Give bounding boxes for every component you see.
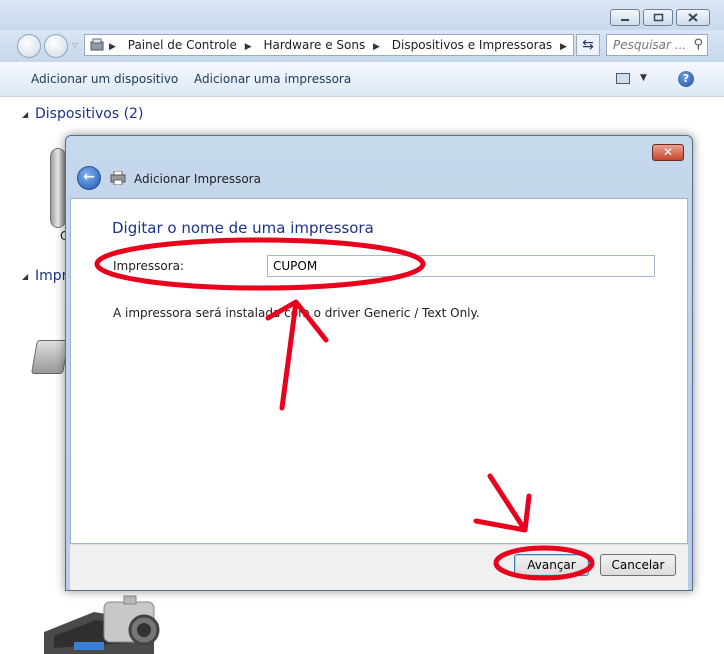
refresh-icon: ⇆: [582, 37, 594, 53]
breadcrumb-separator-icon[interactable]: ▶: [560, 42, 567, 52]
dialog-content: Digitar o nome de uma impressora Impress…: [70, 198, 688, 544]
devices-group-header[interactable]: Dispositivos (2): [35, 106, 143, 122]
search-input[interactable]: Pesquisar ... ⚲: [606, 34, 708, 56]
dialog-footer: Avançar Cancelar: [70, 544, 688, 590]
search-placeholder: Pesquisar ...: [613, 38, 687, 52]
address-box[interactable]: ▶ Painel de Controle ▶ Hardware e Sons ▶…: [84, 34, 652, 56]
search-icon: ⚲: [693, 37, 703, 52]
add-printer-button[interactable]: Adicionar uma impressora: [194, 72, 351, 86]
next-button[interactable]: Avançar: [514, 554, 589, 576]
recent-pages-chevron-icon[interactable]: ▽: [72, 41, 78, 50]
printer-name-input[interactable]: [267, 255, 655, 277]
control-panel-icon: [90, 38, 104, 51]
title-bar: [0, 0, 724, 30]
fax-icon[interactable]: [31, 340, 69, 374]
breadcrumb-separator-icon[interactable]: ▶: [109, 42, 116, 52]
driver-info-text: A impressora será instalada com o driver…: [113, 306, 480, 320]
close-icon: [677, 10, 709, 25]
breadcrumb-separator-icon[interactable]: ▶: [245, 42, 252, 52]
add-printer-dialog: ✕ ← Adicionar Impressora Digitar o nome …: [65, 135, 693, 591]
dialog-close-button[interactable]: ✕: [652, 144, 684, 161]
close-icon: ✕: [662, 145, 674, 159]
device-icon[interactable]: [50, 148, 66, 228]
collapse-printers-icon[interactable]: ◢: [22, 272, 28, 281]
breadcrumb-separator-icon[interactable]: ▶: [373, 42, 380, 52]
breadcrumb: ▶ Painel de Controle ▶ Hardware e Sons ▶…: [109, 38, 575, 52]
collapse-devices-icon[interactable]: ◢: [22, 110, 28, 119]
back-arrow-icon: ←: [83, 169, 95, 185]
breadcrumb-item-devices[interactable]: Dispositivos e Impressoras: [392, 38, 552, 52]
printer-icon: [110, 171, 126, 185]
breadcrumb-item-hardware[interactable]: Hardware e Sons: [263, 38, 365, 52]
cancel-button[interactable]: Cancelar: [600, 554, 676, 576]
printers-group-header[interactable]: Impr: [35, 268, 67, 284]
forward-button[interactable]: [44, 34, 68, 58]
dialog-back-button[interactable]: ←: [77, 166, 101, 190]
page-title: Digitar o nome de uma impressora: [112, 219, 374, 237]
view-dropdown-icon[interactable]: ▼: [640, 73, 647, 83]
back-button[interactable]: [17, 34, 41, 58]
minimize-button[interactable]: [610, 9, 640, 26]
help-icon[interactable]: ?: [678, 71, 694, 87]
maximize-button[interactable]: [643, 9, 673, 26]
address-toolbar: ▽ ▶ Painel de Controle ▶ Hardware e Sons…: [0, 30, 724, 62]
dialog-title: Adicionar Impressora: [134, 172, 261, 186]
minimize-icon: [611, 10, 639, 25]
restore-icon: [644, 10, 672, 25]
command-bar: Adicionar um dispositivo Adicionar uma i…: [0, 62, 724, 97]
close-window-button[interactable]: [676, 9, 710, 26]
breadcrumb-item-control-panel[interactable]: Painel de Controle: [128, 38, 237, 52]
printer-name-label: Impressora:: [113, 259, 185, 273]
refresh-button[interactable]: ⇆: [576, 34, 600, 56]
add-device-button[interactable]: Adicionar um dispositivo: [31, 72, 178, 86]
multifunction-printer-icon[interactable]: [34, 592, 184, 654]
change-view-icon[interactable]: [616, 73, 630, 84]
